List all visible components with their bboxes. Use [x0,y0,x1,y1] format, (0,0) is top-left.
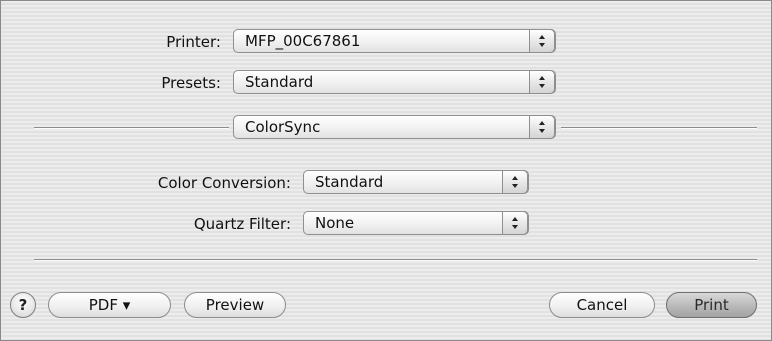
color-conversion-label: Color Conversion: [157,174,291,192]
presets-label: Presets: [161,74,221,92]
question-mark-icon: ? [18,296,28,314]
preview-button[interactable]: Preview [184,292,286,318]
up-down-arrows-icon [529,115,555,139]
color-conversion-popup[interactable]: Standard [303,170,529,194]
separator-left [34,127,229,129]
quartz-filter-popup[interactable]: None [303,211,529,235]
print-button[interactable]: Print [666,292,757,318]
quartz-filter-label: Quartz Filter: [193,215,291,233]
up-down-arrows-icon [529,70,555,94]
quartz-filter-value: None [315,214,355,232]
help-button[interactable]: ? [10,292,36,318]
presets-popup[interactable]: Standard [233,70,556,94]
up-down-arrows-icon [502,170,528,194]
pane-selector-value: ColorSync [245,118,321,136]
printer-label: Printer: [166,33,221,51]
up-down-arrows-icon [529,29,555,53]
footer-separator [34,259,757,261]
pdf-menu-button[interactable]: PDF ▾ [48,292,171,318]
print-dialog: Printer: MFP_00C67861 Presets: Standard … [0,0,772,341]
up-down-arrows-icon [502,211,528,235]
separator-right [561,127,757,129]
presets-value: Standard [245,73,314,91]
cancel-button[interactable]: Cancel [549,292,655,318]
printer-value: MFP_00C67861 [245,32,361,50]
pane-selector-popup[interactable]: ColorSync [233,115,556,139]
color-conversion-value: Standard [315,173,384,191]
printer-popup[interactable]: MFP_00C67861 [233,29,556,53]
